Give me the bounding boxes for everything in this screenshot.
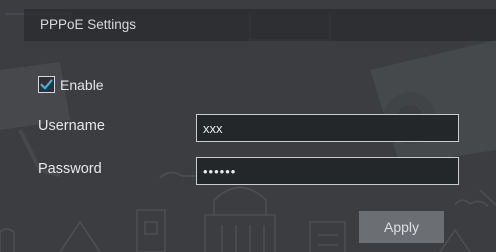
username-label: Username xyxy=(38,118,105,134)
enable-checkbox[interactable] xyxy=(38,76,55,93)
apply-button[interactable]: Apply xyxy=(359,211,444,243)
password-input[interactable] xyxy=(196,157,459,185)
enable-label: Enable xyxy=(60,76,104,93)
enable-row[interactable]: Enable xyxy=(38,76,104,93)
checkmark-icon xyxy=(40,79,53,90)
pppoe-settings-panel: PPPoE Settings Enable Username Password … xyxy=(0,0,496,252)
username-input[interactable] xyxy=(196,114,459,142)
password-label: Password xyxy=(38,161,102,177)
panel-title: PPPoE Settings xyxy=(24,9,496,41)
